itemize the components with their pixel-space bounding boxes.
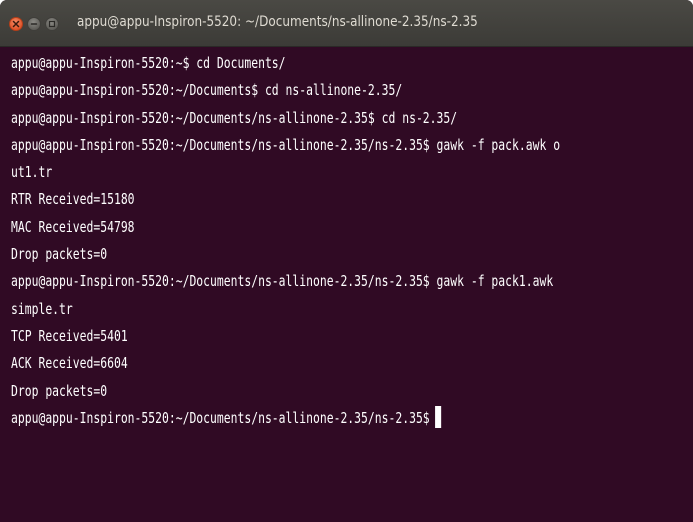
terminal-line: ACK Received=6604 xyxy=(11,354,128,373)
close-window-button[interactable] xyxy=(9,17,23,31)
text-cursor xyxy=(434,405,442,428)
terminal-line: MAC Received=54798 xyxy=(11,217,135,236)
terminal-line: appu@appu-Inspiron-5520:~/Documents/ns-a… xyxy=(11,108,458,127)
terminal-line: appu@appu-Inspiron-5520:~$ cd Documents/ xyxy=(11,54,286,72)
maximize-window-button[interactable] xyxy=(45,17,59,31)
terminal-line: Drop packets=0 xyxy=(11,381,108,400)
terminal-line: simple.tr xyxy=(11,299,73,318)
close-icon xyxy=(12,20,20,28)
terminal-window: appu@appu-Inspiron-5520: ~/Documents/ns-… xyxy=(0,0,693,522)
terminal-line: Drop packets=0 xyxy=(11,245,108,264)
title-bar[interactable]: appu@appu-Inspiron-5520: ~/Documents/ns-… xyxy=(0,0,693,47)
terminal-line: appu@appu-Inspiron-5520:~/Documents$ cd … xyxy=(11,81,403,100)
terminal-line: RTR Received=15180 xyxy=(11,190,135,209)
terminal-line: appu@appu-Inspiron-5520:~/Documents/ns-a… xyxy=(11,272,554,291)
maximize-icon xyxy=(48,20,56,28)
terminal-line: TCP Received=5401 xyxy=(11,326,128,345)
terminal-output[interactable]: appu@appu-Inspiron-5520:~$ cd Documents/… xyxy=(11,50,687,432)
terminal-line: appu@appu-Inspiron-5520:~/Documents/ns-a… xyxy=(11,135,561,154)
minimize-window-button[interactable] xyxy=(27,17,41,31)
window-title: appu@appu-Inspiron-5520: ~/Documents/ns-… xyxy=(77,14,478,30)
shell-prompt: appu@appu-Inspiron-5520:~/Documents/ns-a… xyxy=(11,408,430,427)
minimize-icon xyxy=(30,23,38,25)
terminal-line: ut1.tr xyxy=(11,163,53,182)
command-prompt-line[interactable]: appu@appu-Inspiron-5520:~/Documents/ns-a… xyxy=(11,405,525,432)
